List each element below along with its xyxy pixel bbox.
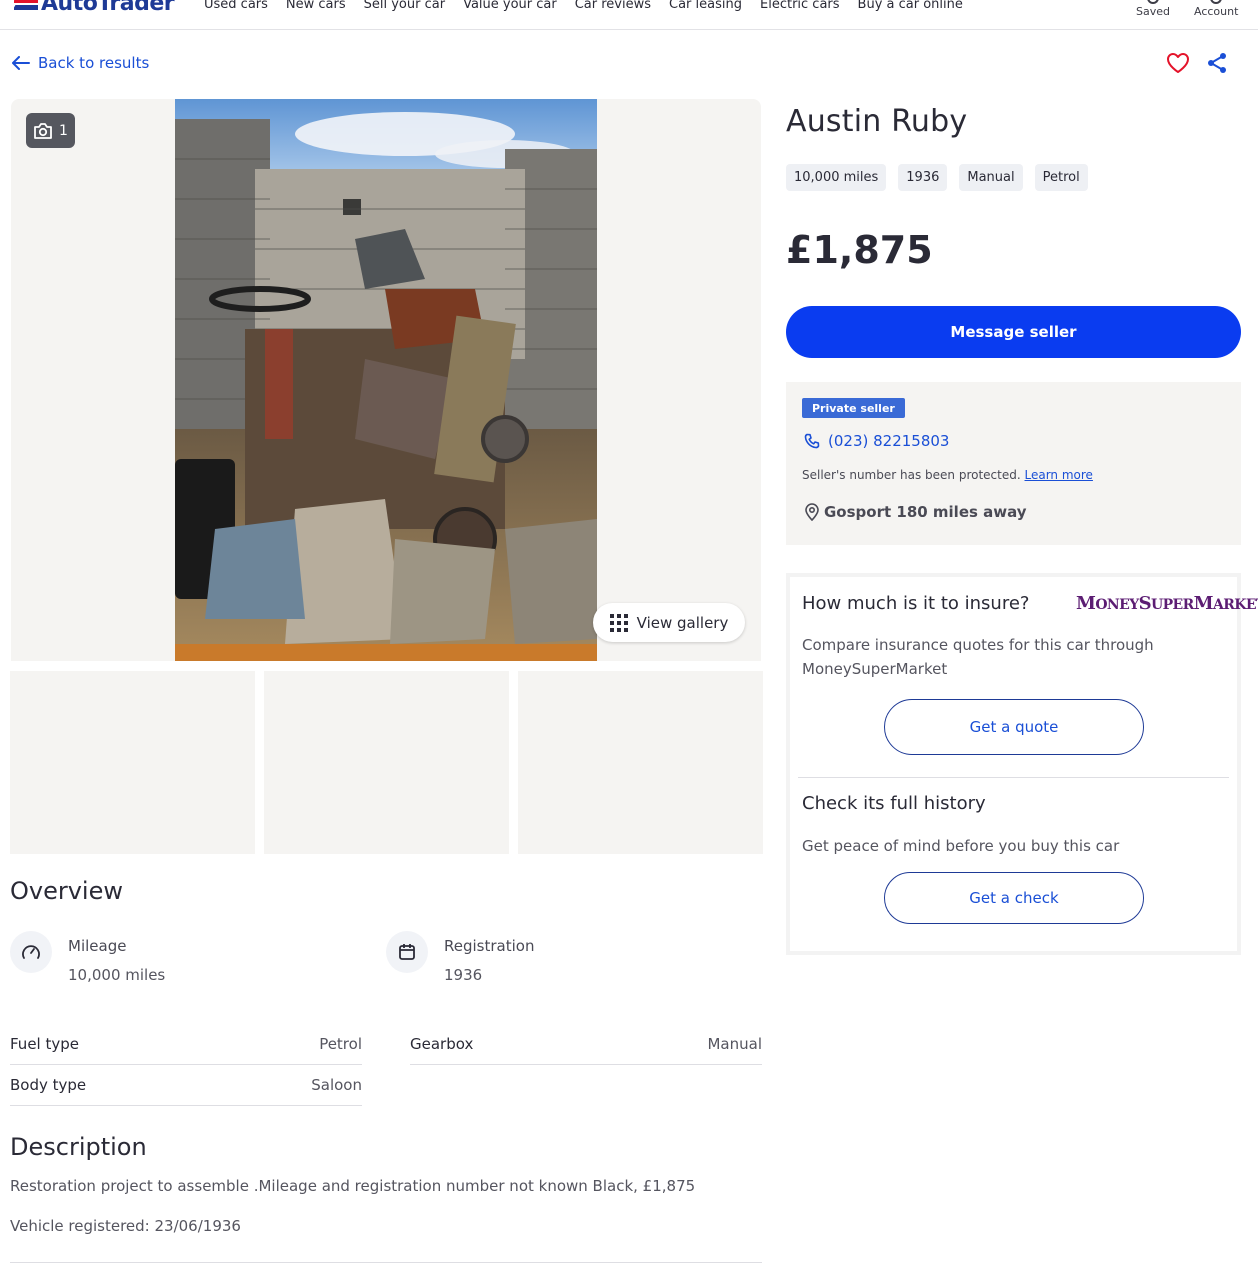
- car-parts-photo: [175, 99, 597, 661]
- history-heading: Check its full history: [802, 793, 986, 814]
- spec-value: Manual: [707, 1035, 762, 1053]
- mileage-value: 10,000 miles: [68, 966, 166, 984]
- location-pin-icon: [805, 503, 819, 521]
- number-protected-note: Seller's number has been protected. Lear…: [802, 468, 1093, 482]
- chip-year: 1936: [898, 164, 948, 191]
- chip-fuel: Petrol: [1034, 164, 1088, 191]
- grid-icon: [609, 613, 628, 632]
- arrow-left-icon: [12, 56, 30, 70]
- autotrader-logo[interactable]: AutoTrader: [14, 0, 175, 16]
- saved-heart-icon: [1146, 0, 1159, 4]
- view-gallery-button[interactable]: View gallery: [593, 603, 745, 642]
- moneysupermarket-logo: MONEYSUPERMARKET: [1076, 593, 1258, 614]
- main-photo-area[interactable]: 1 View gallery: [11, 99, 761, 661]
- saved-nav-item[interactable]: Saved: [1136, 0, 1170, 18]
- thumbnail-strip: [10, 671, 763, 854]
- nav-link-used-cars[interactable]: Used cars: [204, 0, 268, 12]
- view-gallery-label: View gallery: [636, 613, 729, 632]
- description-text: Restoration project to assemble .Mileage…: [10, 1177, 696, 1195]
- nav-link-value-your-car[interactable]: Value your car: [463, 0, 557, 12]
- nav-link-car-reviews[interactable]: Car reviews: [575, 0, 651, 12]
- photo-count-badge: 1: [26, 113, 75, 148]
- seller-location: Gosport 180 miles away: [804, 503, 1027, 521]
- history-text: Get peace of mind before you buy this ca…: [802, 837, 1120, 855]
- nav-link-sell-your-car[interactable]: Sell your car: [364, 0, 445, 12]
- logo-text: AutoTrader: [41, 0, 175, 16]
- private-seller-badge: Private seller: [802, 398, 905, 418]
- registration-value: 1936: [444, 966, 483, 984]
- saved-label: Saved: [1136, 5, 1170, 18]
- spec-row-fuel-type: Fuel type Petrol: [10, 1024, 362, 1065]
- spec-value: Petrol: [319, 1035, 362, 1053]
- location-text: Gosport 180 miles away: [824, 503, 1027, 521]
- account-nav-item[interactable]: Account: [1194, 0, 1238, 18]
- chip-gearbox: Manual: [959, 164, 1023, 191]
- mileage-label: Mileage: [68, 937, 127, 955]
- insurance-text: Compare insurance quotes for this car th…: [802, 636, 1154, 678]
- spec-row-body-type: Body type Saloon: [10, 1065, 362, 1106]
- phone-icon: [804, 433, 820, 449]
- logo-mark-icon: [14, 0, 38, 10]
- overview-heading: Overview: [10, 877, 123, 905]
- thumbnail-placeholder[interactable]: [264, 671, 509, 854]
- back-to-results-link[interactable]: Back to results: [12, 54, 149, 72]
- speedometer-icon: [10, 931, 52, 973]
- nav-link-buy-online[interactable]: Buy a car online: [858, 0, 963, 12]
- registration-stat: Registration 1936: [386, 931, 534, 984]
- spec-key: Body type: [10, 1076, 87, 1094]
- top-navigation: AutoTrader Used cars New cars Sell your …: [0, 0, 1258, 30]
- mileage-stat: Mileage 10,000 miles: [10, 931, 165, 984]
- main-nav-links: Used cars New cars Sell your car Value y…: [204, 0, 981, 12]
- account-user-icon: [1210, 0, 1223, 4]
- listing-title: Austin Ruby: [786, 104, 968, 139]
- spec-row-gearbox: Gearbox Manual: [410, 1024, 762, 1065]
- listing-price: £1,875: [786, 228, 933, 272]
- share-icon[interactable]: [1206, 52, 1228, 74]
- divider: [10, 1262, 762, 1263]
- save-heart-icon[interactable]: [1166, 52, 1190, 74]
- seller-panel: Private seller (023) 82215803 Seller's n…: [786, 382, 1241, 545]
- chip-mileage: 10,000 miles: [786, 164, 887, 191]
- photo-count-text: 1: [59, 122, 68, 139]
- spec-key: Fuel type: [10, 1035, 79, 1053]
- learn-more-link[interactable]: Learn more: [1025, 468, 1093, 482]
- spec-key: Gearbox: [410, 1035, 474, 1053]
- seller-phone-link[interactable]: (023) 82215803: [804, 432, 949, 450]
- message-seller-button[interactable]: Message seller: [786, 306, 1241, 358]
- phone-number: (023) 82215803: [828, 432, 950, 450]
- thumbnail-placeholder[interactable]: [518, 671, 763, 854]
- get-a-check-button[interactable]: Get a check: [884, 872, 1144, 924]
- divider: [798, 777, 1229, 778]
- insurance-heading: How much is it to insure?: [802, 593, 1030, 614]
- spec-value: Saloon: [311, 1076, 362, 1094]
- account-label: Account: [1194, 5, 1239, 18]
- insurance-history-card: How much is it to insure? MONEYSUPERMARK…: [786, 573, 1258, 955]
- vehicle-registered-text: Vehicle registered: 23/06/1936: [10, 1217, 241, 1235]
- calendar-icon: [386, 931, 428, 973]
- back-label: Back to results: [38, 54, 150, 72]
- nav-link-new-cars[interactable]: New cars: [286, 0, 346, 12]
- nav-link-car-leasing[interactable]: Car leasing: [669, 0, 742, 12]
- protected-text: Seller's number has been protected.: [802, 468, 1021, 482]
- description-heading: Description: [10, 1133, 147, 1161]
- camera-icon: [34, 122, 52, 139]
- thumbnail-placeholder[interactable]: [10, 671, 255, 854]
- nav-link-electric-cars[interactable]: Electric cars: [760, 0, 840, 12]
- get-a-quote-button[interactable]: Get a quote: [884, 699, 1144, 755]
- key-spec-chips: 10,000 miles 1936 Manual Petrol: [786, 164, 1088, 191]
- registration-label: Registration: [444, 937, 535, 955]
